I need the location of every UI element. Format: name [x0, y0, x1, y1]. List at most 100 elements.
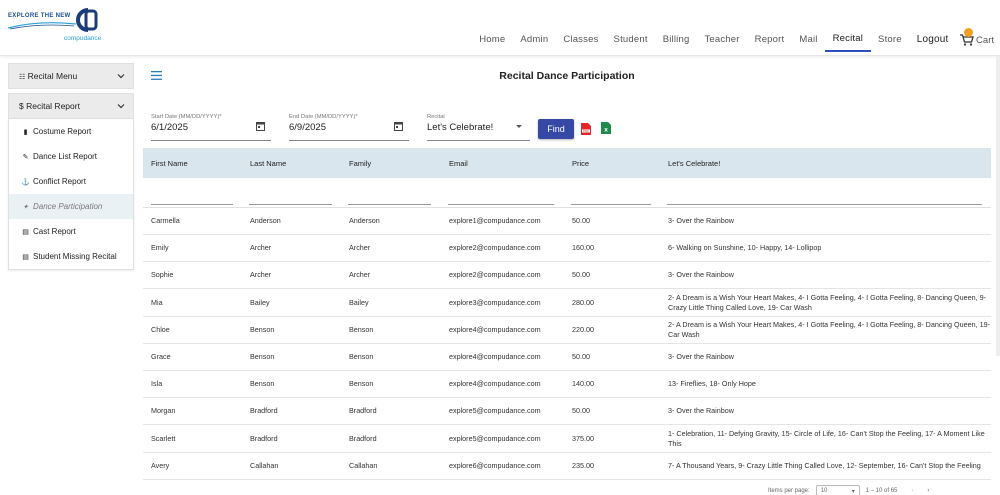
last-name-cell: Bradford — [250, 406, 278, 415]
end-date-field[interactable]: End Date (MM/DD/YYYY)* 6/9/2025 — [289, 113, 409, 141]
column-header-price[interactable]: Price — [564, 159, 660, 168]
page-scrollbar[interactable] — [996, 56, 1000, 356]
column-header-email[interactable]: Email — [441, 159, 564, 168]
email-cell: explore3@compudance.com — [449, 297, 541, 307]
dropdown-arrow-icon: ▾ — [851, 488, 855, 495]
filter-bar: Start Date (MM/DD/YYYY)* 6/1/2025 End Da… — [143, 113, 991, 143]
first-name-filter-input[interactable] — [151, 204, 233, 205]
recital-menu-toggle[interactable]: ☷ Recital Menu — [8, 63, 134, 89]
recital-select[interactable]: Recital Let's Celebrate! — [427, 113, 530, 141]
start-date-field[interactable]: Start Date (MM/DD/YYYY)* 6/1/2025 — [151, 113, 271, 141]
sidebar-item-dance-participation[interactable]: ✦ Dance Participation — [9, 194, 133, 219]
end-date-label: End Date (MM/DD/YYYY)* — [289, 114, 358, 120]
table-body: Carmella Anderson Anderson explore1@compuda… — [143, 208, 991, 480]
table-row[interactable]: Morgan Bradford Bradford explore5@compudanc… — [143, 398, 991, 425]
nav-home[interactable]: Home — [472, 28, 513, 52]
next-page-icon[interactable]: › — [927, 488, 929, 494]
first-name-cell: Avery — [151, 461, 170, 470]
nav-teacher[interactable]: Teacher — [697, 28, 747, 52]
main-content: Recital Dance Participation Start Date (… — [143, 63, 991, 480]
wrench-icon: ✎ — [22, 153, 29, 161]
column-header-first-name[interactable]: First Name — [143, 159, 242, 168]
table-row[interactable]: Emily Archer Archer explore2@compudance.com… — [143, 235, 991, 262]
logo-cd-icon — [76, 8, 98, 32]
table-row[interactable]: Avery Callahan Callahan explore6@compudance… — [143, 453, 991, 480]
sidebar-item-dance-list-report[interactable]: ✎ Dance List Report — [9, 144, 133, 169]
recital-report-toggle[interactable]: $ Recital Report — [8, 93, 134, 119]
nav-billing[interactable]: Billing — [655, 28, 697, 52]
last-name-cell: Benson — [250, 352, 275, 361]
table-row[interactable]: Carmella Anderson Anderson explore1@compuda… — [143, 208, 991, 235]
column-header-dances[interactable]: Let's Celebrate! — [660, 159, 991, 168]
email-cell: explore6@compudance.com — [449, 461, 541, 470]
recital-label: Recital — [427, 114, 445, 120]
table-row[interactable]: Isla Benson Benson explore4@compudance.com 1… — [143, 371, 991, 398]
document-icon: ▤ — [22, 228, 29, 236]
page-size-select[interactable]: 10 ▾ — [815, 485, 860, 495]
price-cell: 280.00 — [572, 297, 594, 307]
family-filter-input[interactable] — [348, 204, 431, 205]
first-name-cell: Sophie — [151, 270, 174, 279]
items-per-page-label: Items per page: — [768, 488, 810, 494]
cart-icon — [960, 28, 974, 46]
svg-text:PDF: PDF — [583, 129, 589, 133]
logout-button[interactable]: Logout — [909, 28, 956, 52]
prev-page-icon[interactable]: ‹ — [911, 488, 913, 494]
first-name-cell: Isla — [151, 379, 163, 388]
nav-recital[interactable]: Recital — [825, 28, 871, 52]
email-filter-input[interactable] — [448, 204, 554, 205]
column-header-last-name[interactable]: Last Name — [242, 159, 341, 168]
table-header-row: First Name Last Name Family Email Price … — [143, 148, 991, 178]
excel-export-icon[interactable]: x — [601, 122, 611, 134]
compudance-logo[interactable]: EXPLORE THE NEW compudance — [8, 6, 118, 46]
last-name-cell: Benson — [250, 379, 275, 388]
email-cell: explore4@compudance.com — [449, 325, 541, 334]
table-row[interactable]: Chloe Benson Benson explore4@compudance.com… — [143, 317, 991, 344]
table-row[interactable]: Mia Bailey Bailey explore3@compudance.com 28… — [143, 289, 991, 317]
nav-admin[interactable]: Admin — [513, 28, 556, 52]
dances-cell: 13- Fireflies, 18- Only Hope — [668, 379, 756, 388]
price-cell: 160.00 — [572, 243, 594, 252]
page-size-value: 10 — [820, 488, 828, 494]
family-cell: Callahan — [349, 461, 378, 470]
pdf-export-icon[interactable]: PDF — [581, 123, 591, 135]
table-row[interactable]: Grace Benson Benson explore4@compudance.com… — [143, 344, 991, 371]
price-cell: 50.00 — [572, 270, 590, 279]
sidebar-item-cast-report[interactable]: ▤ Cast Report — [9, 219, 133, 244]
chevron-down-icon — [117, 104, 125, 109]
email-cell: explore5@compudance.com — [449, 433, 541, 443]
family-cell: Benson — [349, 379, 374, 388]
table-row[interactable]: Scarlett Bradford Bradford explore5@compuda… — [143, 425, 991, 453]
chevron-down-icon — [117, 74, 125, 79]
dances-cell: 1- Celebration, 11- Defying Gravity, 15-… — [668, 428, 985, 448]
dances-cell: 3- Over the Rainbow — [668, 406, 734, 415]
calendar-icon[interactable] — [256, 121, 265, 131]
nav-report[interactable]: Report — [747, 28, 792, 52]
family-cell: Archer — [349, 270, 371, 279]
nav-store[interactable]: Store — [871, 28, 910, 52]
sidebar-item-label: Dance Participation — [33, 202, 103, 211]
cart-button[interactable]: Cart — [956, 28, 1000, 46]
column-header-family[interactable]: Family — [341, 159, 441, 168]
sidebar-item-conflict-report[interactable]: ⚓ Conflict Report — [9, 169, 133, 194]
recital-menu-title: Recital Menu — [27, 71, 78, 81]
nav-student[interactable]: Student — [606, 28, 655, 52]
family-cell: Bailey — [349, 297, 369, 307]
cart-badge — [964, 28, 974, 37]
start-date-label: Start Date (MM/DD/YYYY)* — [151, 114, 222, 120]
sidebar-item-label: Student Missing Recital — [33, 252, 117, 261]
email-cell: explore5@compudance.com — [449, 406, 541, 415]
nav-mail[interactable]: Mail — [792, 28, 825, 52]
nav-classes[interactable]: Classes — [556, 28, 606, 52]
dances-filter-input[interactable] — [667, 204, 982, 205]
sidebar-item-student-missing-recital[interactable]: ▤ Student Missing Recital — [9, 244, 133, 269]
price-filter-input[interactable] — [571, 204, 651, 205]
sidebar-item-costume-report[interactable]: ▮ Costume Report — [9, 119, 133, 144]
last-name-filter-input[interactable] — [249, 204, 332, 205]
calendar-icon[interactable] — [394, 121, 403, 131]
sidebar-item-label: Cast Report — [33, 227, 76, 236]
table-row[interactable]: Sophie Archer Archer explore2@compudance.co… — [143, 262, 991, 289]
find-button[interactable]: Find — [538, 119, 574, 139]
svg-text:x: x — [604, 127, 608, 134]
family-cell: Anderson — [349, 216, 380, 225]
